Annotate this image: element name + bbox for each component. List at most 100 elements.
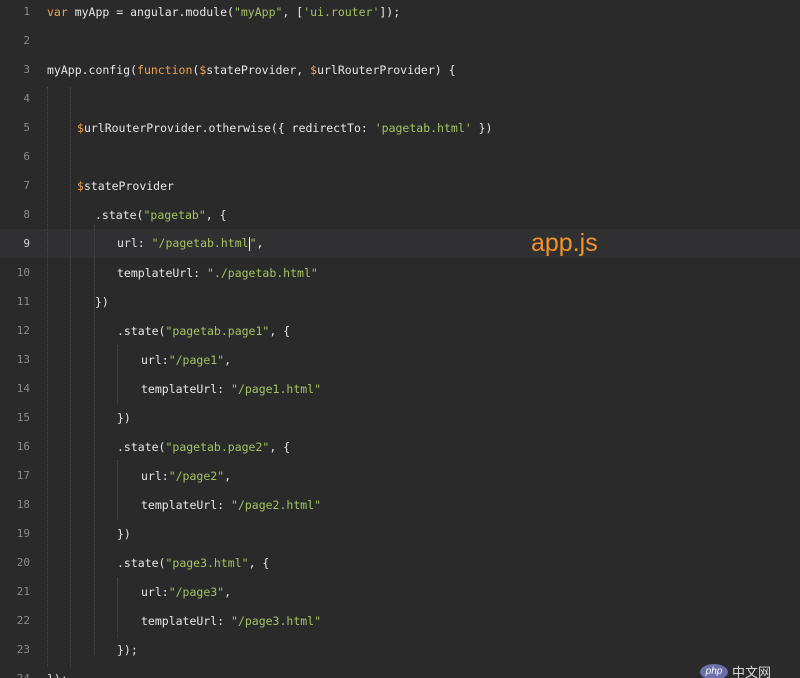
code-text[interactable]: url:"/page1", [141, 353, 231, 367]
code-line[interactable]: 8 .state("pagetab", { [0, 200, 800, 229]
string-token: "page3.html" [165, 555, 249, 570]
string-token: 'pagetab.html' [374, 120, 472, 135]
code-line[interactable]: 7 $stateProvider [0, 171, 800, 200]
code-text[interactable]: url:"/page2", [141, 469, 231, 483]
code-token: ]); [379, 4, 401, 19]
code-token: templateUrl: [117, 265, 208, 280]
line-number: 12 [16, 324, 30, 337]
code-line[interactable]: 9 url: "/pagetab.html", [0, 229, 800, 258]
code-token: }); [117, 642, 138, 657]
code-line[interactable]: 20 .state("page3.html", { [0, 548, 800, 577]
code-text[interactable]: myApp.config(function($stateProvider, $u… [47, 63, 456, 77]
string-token: "/pagetab.html [151, 236, 249, 251]
code-line[interactable]: 15}) [0, 403, 800, 432]
indent-guide [94, 225, 95, 655]
code-line[interactable]: 18 templateUrl: "/page2.html" [0, 490, 800, 519]
code-text[interactable]: }); [117, 643, 138, 657]
string-token: "/page2.html" [231, 497, 322, 512]
string-token: "myApp" [233, 4, 283, 19]
code-text[interactable]: $stateProvider [77, 179, 174, 193]
code-line[interactable]: 17 url:"/page2", [0, 461, 800, 490]
code-token: }) [117, 526, 131, 541]
code-line[interactable]: 4 [0, 84, 800, 113]
string-token: "/page1" [168, 352, 225, 367]
code-text[interactable]: templateUrl: "/page1.html" [141, 382, 321, 396]
line-number: 6 [23, 150, 30, 163]
line-number: 14 [16, 382, 30, 395]
code-token: .state( [117, 323, 166, 338]
code-text[interactable]: .state("pagetab.page1", { [117, 324, 290, 338]
code-token: templateUrl: [141, 613, 232, 628]
code-line[interactable]: 2 [0, 26, 800, 55]
code-text[interactable]: templateUrl: "./pagetab.html" [117, 266, 318, 280]
code-line[interactable]: 13 url:"/page1", [0, 345, 800, 374]
code-text[interactable]: .state("pagetab.page2", { [117, 440, 290, 454]
code-token: , { [248, 555, 270, 570]
code-token: , { [269, 439, 291, 454]
line-number: 20 [16, 556, 30, 569]
file-name-label: app.js [531, 229, 598, 257]
code-line[interactable]: 1 var myApp = angular.module("myApp", ['u… [0, 0, 800, 26]
code-text[interactable]: $urlRouterProvider.otherwise({ redirectT… [77, 121, 492, 135]
line-number: 2 [23, 34, 30, 47]
keyword-token: function [137, 62, 193, 77]
string-token: "pagetab" [143, 207, 206, 222]
code-text[interactable]: .state("page3.html", { [117, 556, 269, 570]
code-token: url: [141, 352, 169, 367]
code-line[interactable]: 23}); [0, 635, 800, 664]
line-number: 11 [16, 295, 30, 308]
code-token: urlRouterProvider.otherwise({ redirectTo… [83, 120, 375, 135]
code-text[interactable]: }); [47, 672, 68, 678]
line-number: 5 [23, 121, 30, 134]
string-token: "/page3.html" [231, 613, 322, 628]
code-token: }) [471, 120, 493, 135]
code-token: stateProvider, [206, 62, 311, 77]
string-token: "./pagetab.html" [207, 265, 318, 280]
string-token: "/page2" [168, 468, 225, 483]
line-number: 3 [23, 63, 30, 76]
code-text[interactable]: var myApp = angular.module("myApp", ['ui… [47, 5, 400, 19]
php-logo-icon: php [700, 663, 728, 678]
line-number: 13 [16, 353, 30, 366]
line-number: 8 [23, 208, 30, 221]
indent-guide [117, 345, 118, 405]
keyword-token: $ [77, 120, 84, 135]
code-text[interactable]: }) [117, 527, 131, 541]
code-editor[interactable]: 1 var myApp = angular.module("myApp", ['u… [0, 0, 800, 678]
code-line[interactable]: 16 .state("pagetab.page2", { [0, 432, 800, 461]
code-token: , { [205, 207, 227, 222]
code-token: .state( [117, 439, 166, 454]
code-token: url: [117, 236, 152, 251]
code-token: url: [141, 584, 169, 599]
code-line[interactable]: 12 .state("pagetab.page1", { [0, 316, 800, 345]
code-text[interactable]: templateUrl: "/page2.html" [141, 498, 321, 512]
code-line[interactable]: 3 myApp.config(function($stateProvider, $… [0, 55, 800, 84]
code-text[interactable]: }) [117, 411, 131, 425]
code-line[interactable]: 19}) [0, 519, 800, 548]
code-token: }) [117, 410, 131, 425]
code-token: , [256, 236, 264, 251]
keyword-token: var [47, 4, 68, 19]
code-text[interactable]: url:"/page3", [141, 585, 231, 599]
code-text[interactable]: templateUrl: "/page3.html" [141, 614, 321, 628]
line-number: 7 [23, 179, 30, 192]
code-line[interactable]: 21 url:"/page3", [0, 577, 800, 606]
string-token: " [249, 236, 257, 251]
line-number: 17 [16, 469, 30, 482]
code-text[interactable]: }) [95, 295, 109, 309]
string-token: "/page1.html" [231, 381, 322, 396]
code-line[interactable]: 11}) [0, 287, 800, 316]
code-line[interactable]: 10 templateUrl: "./pagetab.html" [0, 258, 800, 287]
code-line[interactable]: 6 [0, 142, 800, 171]
code-line[interactable]: 5 $urlRouterProvider.otherwise({ redirect… [0, 113, 800, 142]
code-token: }); [47, 672, 68, 678]
line-number: 15 [16, 411, 30, 424]
code-text[interactable]: url: "/pagetab.html", [117, 236, 263, 251]
code-text[interactable]: .state("pagetab", { [95, 208, 227, 222]
code-token: templateUrl: [141, 381, 232, 396]
code-line[interactable]: 24}); [0, 664, 800, 678]
code-line[interactable]: 14 templateUrl: "/page1.html" [0, 374, 800, 403]
code-token: .state( [117, 555, 166, 570]
code-token: }) [95, 294, 109, 309]
code-line[interactable]: 22 templateUrl: "/page3.html" [0, 606, 800, 635]
